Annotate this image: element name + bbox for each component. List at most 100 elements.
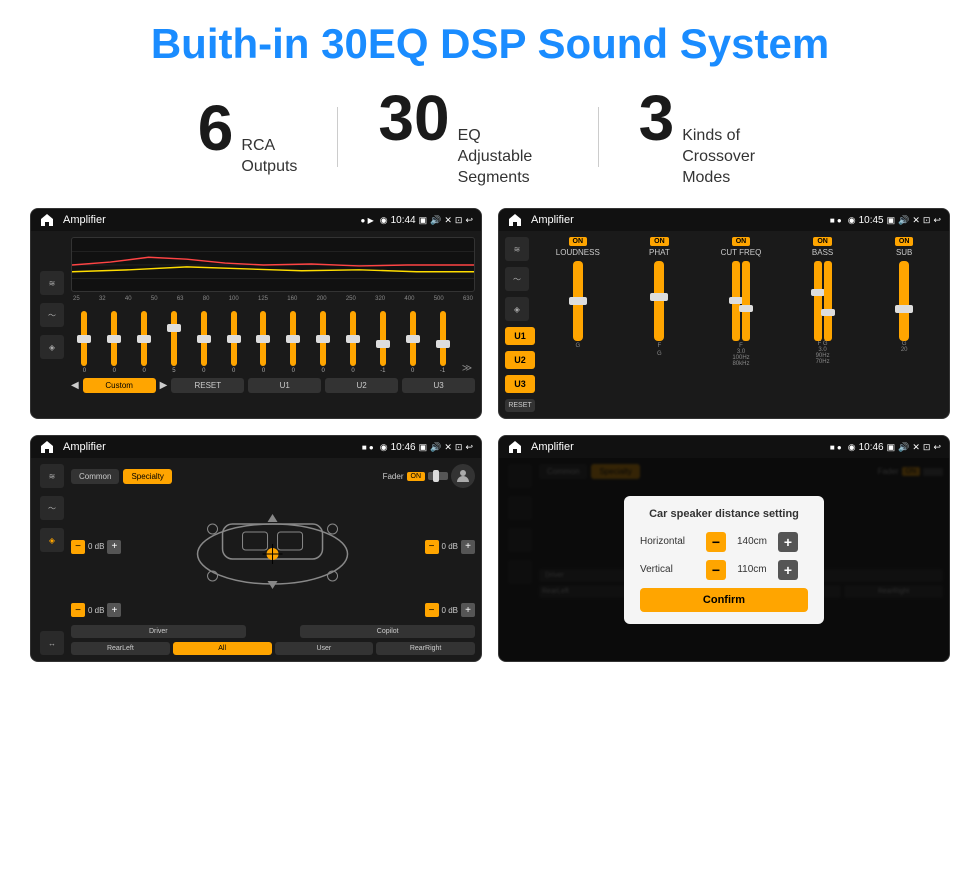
spk-rl-plus[interactable]: +	[107, 603, 121, 617]
spk-bottom-btns: Driver Copilot	[71, 625, 475, 638]
eq-slider-9[interactable]: 0	[310, 311, 337, 374]
dist-horizontal-minus[interactable]: −	[706, 532, 726, 552]
cross-thumb-cf2[interactable]	[739, 305, 753, 312]
spk-rr-minus[interactable]: −	[425, 603, 439, 617]
cross-thumb-loudness[interactable]	[569, 297, 587, 305]
eq-slider-10[interactable]: 0	[340, 311, 367, 374]
eq-slider-7[interactable]: 0	[250, 311, 277, 374]
cross-reset-btn[interactable]: RESET	[505, 399, 535, 412]
spk-time: 10:46	[391, 442, 416, 453]
spk-fader-slider[interactable]	[428, 472, 448, 480]
cross-eq-icon[interactable]: ≋	[505, 237, 529, 261]
eq-slider-3[interactable]: 0	[131, 311, 158, 374]
freq-100: 100	[229, 296, 239, 302]
spk-driver-btn[interactable]: Driver	[71, 625, 246, 638]
spk-spk-icon[interactable]: ◈	[40, 528, 64, 552]
eq-slider-13[interactable]: -1	[429, 311, 456, 374]
eq-main: ≋ 〜 ◈	[37, 237, 475, 393]
dist-overlay: Car speaker distance setting Horizontal …	[499, 458, 949, 661]
eq-slider-5[interactable]: 0	[190, 311, 217, 374]
spk-rr-value: 0 dB	[442, 606, 458, 615]
cross-u2-btn[interactable]: U2	[505, 351, 535, 369]
spk-common-tab[interactable]: Common	[71, 469, 119, 484]
dist-vertical-plus[interactable]: +	[778, 560, 798, 580]
eq-content: 25 32 40 50 63 80 100 125 160 200 250 32…	[71, 237, 475, 393]
eq-slider-11[interactable]: -1	[369, 311, 396, 374]
spk-rearleft-btn[interactable]: RearLeft	[71, 642, 170, 655]
cross-on-cutfreq[interactable]: ON	[732, 237, 751, 246]
eq-slider-4[interactable]: 5	[161, 311, 188, 374]
cross-u1-btn[interactable]: U1	[505, 327, 535, 345]
spk-car-layout: − 0 dB +	[71, 494, 475, 621]
page-title: Buith-in 30EQ DSP Sound System	[30, 20, 950, 68]
spk-fl-plus[interactable]: +	[107, 540, 121, 554]
eq-slider-12[interactable]: 0	[399, 311, 426, 374]
back-icon: ↩	[465, 215, 473, 226]
cross-on-bass[interactable]: ON	[813, 237, 832, 246]
dist-time: 10:46	[859, 442, 884, 453]
confirm-button[interactable]: Confirm	[640, 588, 808, 612]
cross-thumb-cf1[interactable]	[729, 297, 743, 304]
cross-u3-btn[interactable]: U3	[505, 375, 535, 393]
spk-fr-plus[interactable]: +	[461, 540, 475, 554]
dist-horizontal-plus[interactable]: +	[778, 532, 798, 552]
cross-on-sub[interactable]: ON	[895, 237, 914, 246]
cross-time: 10:45	[859, 215, 884, 226]
spk-rl-minus[interactable]: −	[71, 603, 85, 617]
spk-fr-minus[interactable]: −	[425, 540, 439, 554]
spk-user-btn[interactable]: User	[275, 642, 374, 655]
cross-spk-icon[interactable]: ◈	[505, 297, 529, 321]
eq-slider-1[interactable]: 0	[71, 311, 98, 374]
eq-freq-labels: 25 32 40 50 63 80 100 125 160 200 250 32…	[71, 296, 475, 302]
eq-graph	[71, 237, 475, 292]
cross-wave-icon[interactable]: 〜	[505, 267, 529, 291]
spk-fr-value: 0 dB	[442, 542, 458, 551]
eq-custom-btn[interactable]: Custom	[83, 378, 156, 393]
spk-all-btn[interactable]: All	[173, 642, 272, 655]
dist-horizontal-label: Horizontal	[640, 536, 700, 547]
dist-back-icon: ↩	[933, 442, 941, 453]
eq-slider-6[interactable]: 0	[220, 311, 247, 374]
eq-u3-btn[interactable]: U3	[402, 378, 475, 393]
freq-32: 32	[99, 296, 106, 302]
spk-arrows-icon[interactable]: ↔	[40, 631, 64, 655]
eq-u1-btn[interactable]: U1	[248, 378, 321, 393]
cross-thumb-sub[interactable]	[895, 305, 913, 313]
cross-thumb-b2[interactable]	[821, 309, 835, 316]
eq-next-btn[interactable]: ▶	[160, 380, 168, 391]
spk-on-badge[interactable]: ON	[407, 472, 426, 481]
spk-fl-minus[interactable]: −	[71, 540, 85, 554]
eq-status-icons: ◉ 10:44 ▣ 🔊 ✕ ⊡ ↩	[380, 215, 473, 226]
dist-vertical-minus[interactable]: −	[706, 560, 726, 580]
eq-screen-content: ≋ 〜 ◈	[31, 231, 481, 399]
spk-copilot-btn[interactable]: Copilot	[300, 625, 475, 638]
spk-rr-plus[interactable]: +	[461, 603, 475, 617]
eq-sidebar-btn-3[interactable]: ◈	[40, 335, 64, 359]
eq-prev-btn[interactable]: ◀	[71, 380, 79, 391]
spk-status-icons: ◉ 10:46 ▣ 🔊 ✕ ⊡ ↩	[380, 442, 473, 453]
cross-thumb-b1[interactable]	[811, 289, 825, 296]
eq-reset-btn[interactable]: RESET	[171, 378, 244, 393]
spk-eq-icon[interactable]: ≋	[40, 464, 64, 488]
eq-sidebar-btn-2[interactable]: 〜	[40, 303, 64, 327]
eq-slider-8[interactable]: 0	[280, 311, 307, 374]
eq-u2-btn[interactable]: U2	[325, 378, 398, 393]
dist-volume-icon: 🔊	[898, 442, 909, 453]
eq-expand-btn[interactable]: ≫	[459, 363, 475, 374]
spk-back-icon: ↩	[465, 442, 473, 453]
cross-thumb-phat[interactable]	[650, 293, 668, 301]
cross-screen-content: ≋ 〜 ◈ U1 U2 U3 RESET ON LOUDNES	[499, 231, 949, 418]
spk-rearright-btn[interactable]: RearRight	[376, 642, 475, 655]
eq-slider-2[interactable]: 0	[101, 311, 128, 374]
spk-status-dots: ■ ●	[362, 443, 374, 452]
spk-specialty-tab[interactable]: Specialty	[123, 469, 171, 484]
eq-sidebar-btn-1[interactable]: ≋	[40, 271, 64, 295]
cross-on-loudness[interactable]: ON	[569, 237, 588, 246]
dist-status-icons: ◉ 10:46 ▣ 🔊 ✕ ⊡ ↩	[848, 442, 941, 453]
cross-on-phat[interactable]: ON	[650, 237, 669, 246]
dist-dialog: Car speaker distance setting Horizontal …	[624, 496, 824, 624]
distance-screen: Amplifier ■ ● ◉ 10:46 ▣ 🔊 ✕ ⊡ ↩	[498, 435, 950, 662]
spk-status-bar: Amplifier ■ ● ◉ 10:46 ▣ 🔊 ✕ ⊡ ↩	[31, 436, 481, 458]
spk-wave-icon[interactable]: 〜	[40, 496, 64, 520]
freq-320: 320	[375, 296, 385, 302]
